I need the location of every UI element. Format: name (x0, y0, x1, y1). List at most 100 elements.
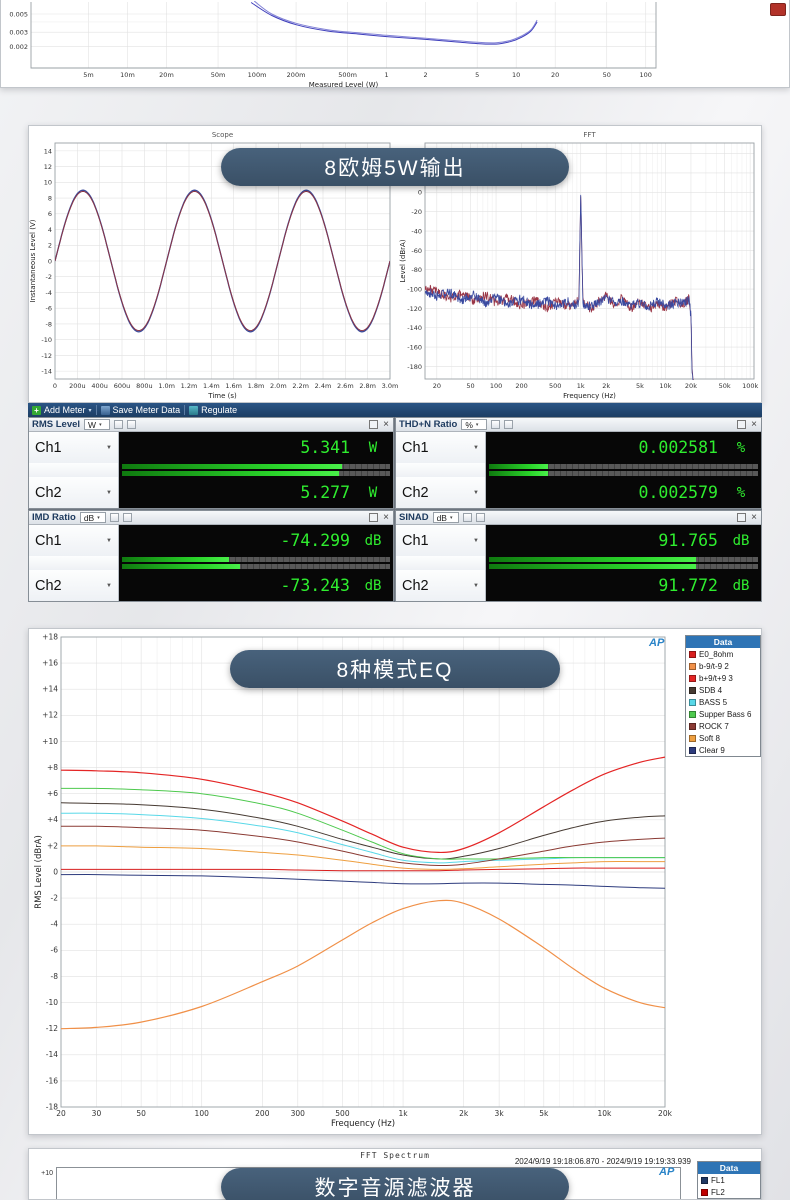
meter-settings-button[interactable] (462, 513, 472, 522)
svg-text:100: 100 (195, 1109, 210, 1118)
series-color-chip (689, 710, 696, 718)
svg-text:4: 4 (48, 226, 52, 234)
series-color-chip (689, 722, 696, 730)
ch2-level-bar (489, 471, 758, 476)
svg-text:+8: +8 (47, 763, 58, 772)
save-icon (100, 405, 110, 415)
svg-text:-14: -14 (46, 1050, 58, 1059)
meter-display-mode-button[interactable] (504, 420, 514, 429)
svg-text:200u: 200u (69, 382, 86, 390)
svg-text:-12: -12 (41, 352, 52, 360)
svg-text:10m: 10m (120, 71, 135, 79)
channel-selector[interactable]: Ch1 ▼ (396, 525, 486, 556)
meter-display-mode-button[interactable] (122, 513, 132, 522)
series-color-chip (689, 674, 696, 682)
svg-text:-180: -180 (407, 363, 422, 371)
svg-text:-20: -20 (411, 208, 422, 216)
meter-value-display: 5.277 W (119, 477, 393, 508)
meter-rms-level: RMS Level W ▾ × Ch1 ▼ 5.341 W Ch2 ▼ 5.27… (28, 417, 394, 509)
svg-text:+4: +4 (47, 815, 58, 824)
svg-text:8: 8 (48, 194, 52, 202)
level-bars (29, 463, 393, 477)
svg-text:0: 0 (418, 189, 422, 197)
measurement-time-range: 2024/9/19 19:18:06.870 - 2024/9/19 19:19… (514, 1157, 691, 1166)
regulate-icon (189, 405, 199, 415)
svg-text:-160: -160 (407, 343, 422, 351)
maximize-button[interactable] (369, 420, 379, 429)
svg-text:1.2m: 1.2m (181, 382, 198, 390)
toolbar-separator (95, 405, 97, 415)
svg-text:RMS Level (dBrA): RMS Level (dBrA) (34, 835, 44, 909)
meter-unit-dropdown[interactable]: dB ▾ (79, 512, 106, 523)
close-button[interactable]: × (382, 513, 390, 523)
meter-settings-button[interactable] (114, 420, 124, 429)
svg-text:20k: 20k (685, 382, 697, 390)
save-meter-data-button[interactable]: Save Meter Data (100, 405, 180, 415)
channel-selector[interactable]: Ch2 ▼ (29, 477, 119, 508)
series-color-chip (689, 746, 696, 754)
channel-selector[interactable]: Ch2 ▼ (29, 570, 119, 601)
ch1-level-bar (489, 464, 758, 469)
chevron-down-icon: ▾ (97, 514, 100, 521)
legend-item: Clear 9 (686, 744, 760, 756)
series-color-chip (689, 650, 696, 658)
svg-text:10k: 10k (597, 1109, 612, 1118)
meter-imd-ratio: IMD Ratio dB ▾ × Ch1 ▼ -74.299 dB Ch2 ▼ … (28, 510, 394, 602)
svg-text:400u: 400u (91, 382, 108, 390)
close-button[interactable]: × (750, 420, 758, 430)
svg-text:1.8m: 1.8m (248, 382, 265, 390)
series-color-chip (689, 734, 696, 742)
meter-settings-button[interactable] (491, 420, 501, 429)
level-bars (396, 463, 761, 477)
svg-text:+18: +18 (42, 632, 58, 641)
channel-selector[interactable]: Ch2 ▼ (396, 477, 486, 508)
legend-item: BASS 5 (686, 696, 760, 708)
channel-selector[interactable]: Ch1 ▼ (29, 432, 119, 463)
meter-display-mode-button[interactable] (127, 420, 137, 429)
svg-text:-2: -2 (51, 894, 59, 903)
svg-text:600u: 600u (114, 382, 131, 390)
level-bars (396, 556, 761, 570)
series-color-chip (701, 1188, 708, 1196)
meter-unit-dropdown[interactable]: % ▾ (461, 419, 488, 430)
svg-text:-2: -2 (46, 273, 52, 281)
ch1-level-bar (122, 557, 390, 562)
maximize-button[interactable] (369, 513, 379, 522)
svg-text:Time (s): Time (s) (207, 392, 237, 400)
meter-sinad: SINAD dB ▾ × Ch1 ▼ 91.765 dB Ch2 ▼ 91.77… (395, 510, 762, 602)
meter-header: SINAD dB ▾ × (396, 511, 761, 525)
cropped-legend-icon (770, 3, 786, 16)
svg-text:50: 50 (466, 382, 474, 390)
svg-text:Frequency (Hz): Frequency (Hz) (563, 392, 616, 400)
meter-title: SINAD (399, 512, 429, 523)
meter-thdn-ratio: THD+N Ratio % ▾ × Ch1 ▼ 0.002581% Ch2 ▼ … (395, 417, 762, 509)
svg-text:30: 30 (92, 1109, 102, 1118)
svg-text:0.005: 0.005 (9, 10, 28, 18)
meter-header: RMS Level W ▾ × (29, 418, 393, 432)
level-bars (29, 556, 393, 570)
chevron-down-icon: ▼ (473, 582, 479, 589)
maximize-button[interactable] (737, 513, 747, 522)
meter-unit-dropdown[interactable]: W ▾ (84, 419, 111, 430)
svg-text:+16: +16 (42, 659, 58, 668)
svg-text:Frequency (Hz): Frequency (Hz) (331, 1119, 395, 1129)
channel-selector[interactable]: Ch2 ▼ (396, 570, 486, 601)
series-color-chip (689, 662, 696, 670)
channel-selector[interactable]: Ch1 ▼ (29, 525, 119, 556)
close-button[interactable]: × (382, 420, 390, 430)
svg-text:5m: 5m (83, 71, 93, 79)
meter-display-mode-button[interactable] (475, 513, 485, 522)
meter-value-display: -74.299 dB (119, 525, 393, 556)
fft-spectrum-legend: Data FL1 FL2 (697, 1161, 761, 1199)
svg-text:1.0m: 1.0m (158, 382, 175, 390)
meter-settings-button[interactable] (109, 513, 119, 522)
channel-selector[interactable]: Ch1 ▼ (396, 432, 486, 463)
regulate-button[interactable]: Regulate (189, 405, 237, 415)
meter-unit-dropdown[interactable]: dB ▾ (432, 512, 459, 523)
svg-text:-8: -8 (51, 972, 59, 981)
add-meter-button[interactable]: + Add Meter ▾ (32, 405, 92, 415)
close-button[interactable]: × (750, 513, 758, 523)
legend-item: FL1 (698, 1174, 760, 1186)
add-icon: + (32, 405, 41, 415)
maximize-button[interactable] (737, 420, 747, 429)
